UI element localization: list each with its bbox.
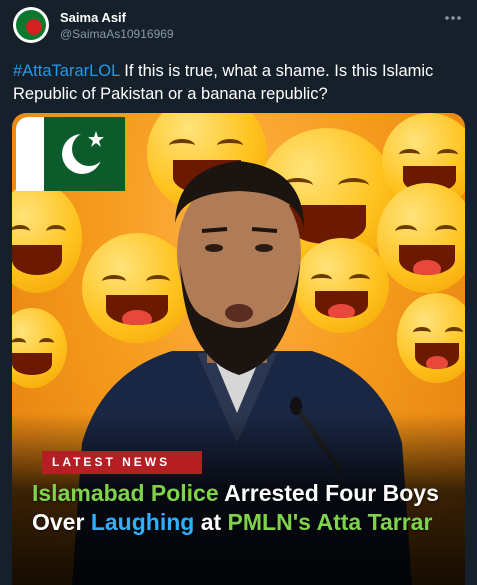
author-handle[interactable]: @SaimaAs10916969 bbox=[60, 27, 174, 41]
author-name[interactable]: Saima Asif bbox=[60, 10, 126, 25]
avatar-logo-icon bbox=[16, 10, 46, 40]
author-avatar[interactable] bbox=[13, 7, 49, 43]
tweet-text: #AttaTararLOL If this is true, what a sh… bbox=[13, 60, 465, 106]
news-headline: Islamabad Police Arrested Four Boys Over… bbox=[32, 480, 439, 535]
more-options-icon bbox=[445, 16, 461, 20]
latest-news-banner: LATEST NEWS bbox=[42, 451, 202, 474]
more-options-button[interactable] bbox=[443, 10, 463, 26]
tweet-card: Saima Asif @SaimaAs10916969 #AttaTararLO… bbox=[0, 0, 477, 585]
hashtag-link[interactable]: #AttaTararLOL bbox=[13, 62, 120, 80]
tweet-media-image[interactable]: LATEST NEWS Islamabad Police Arrested Fo… bbox=[12, 113, 465, 585]
